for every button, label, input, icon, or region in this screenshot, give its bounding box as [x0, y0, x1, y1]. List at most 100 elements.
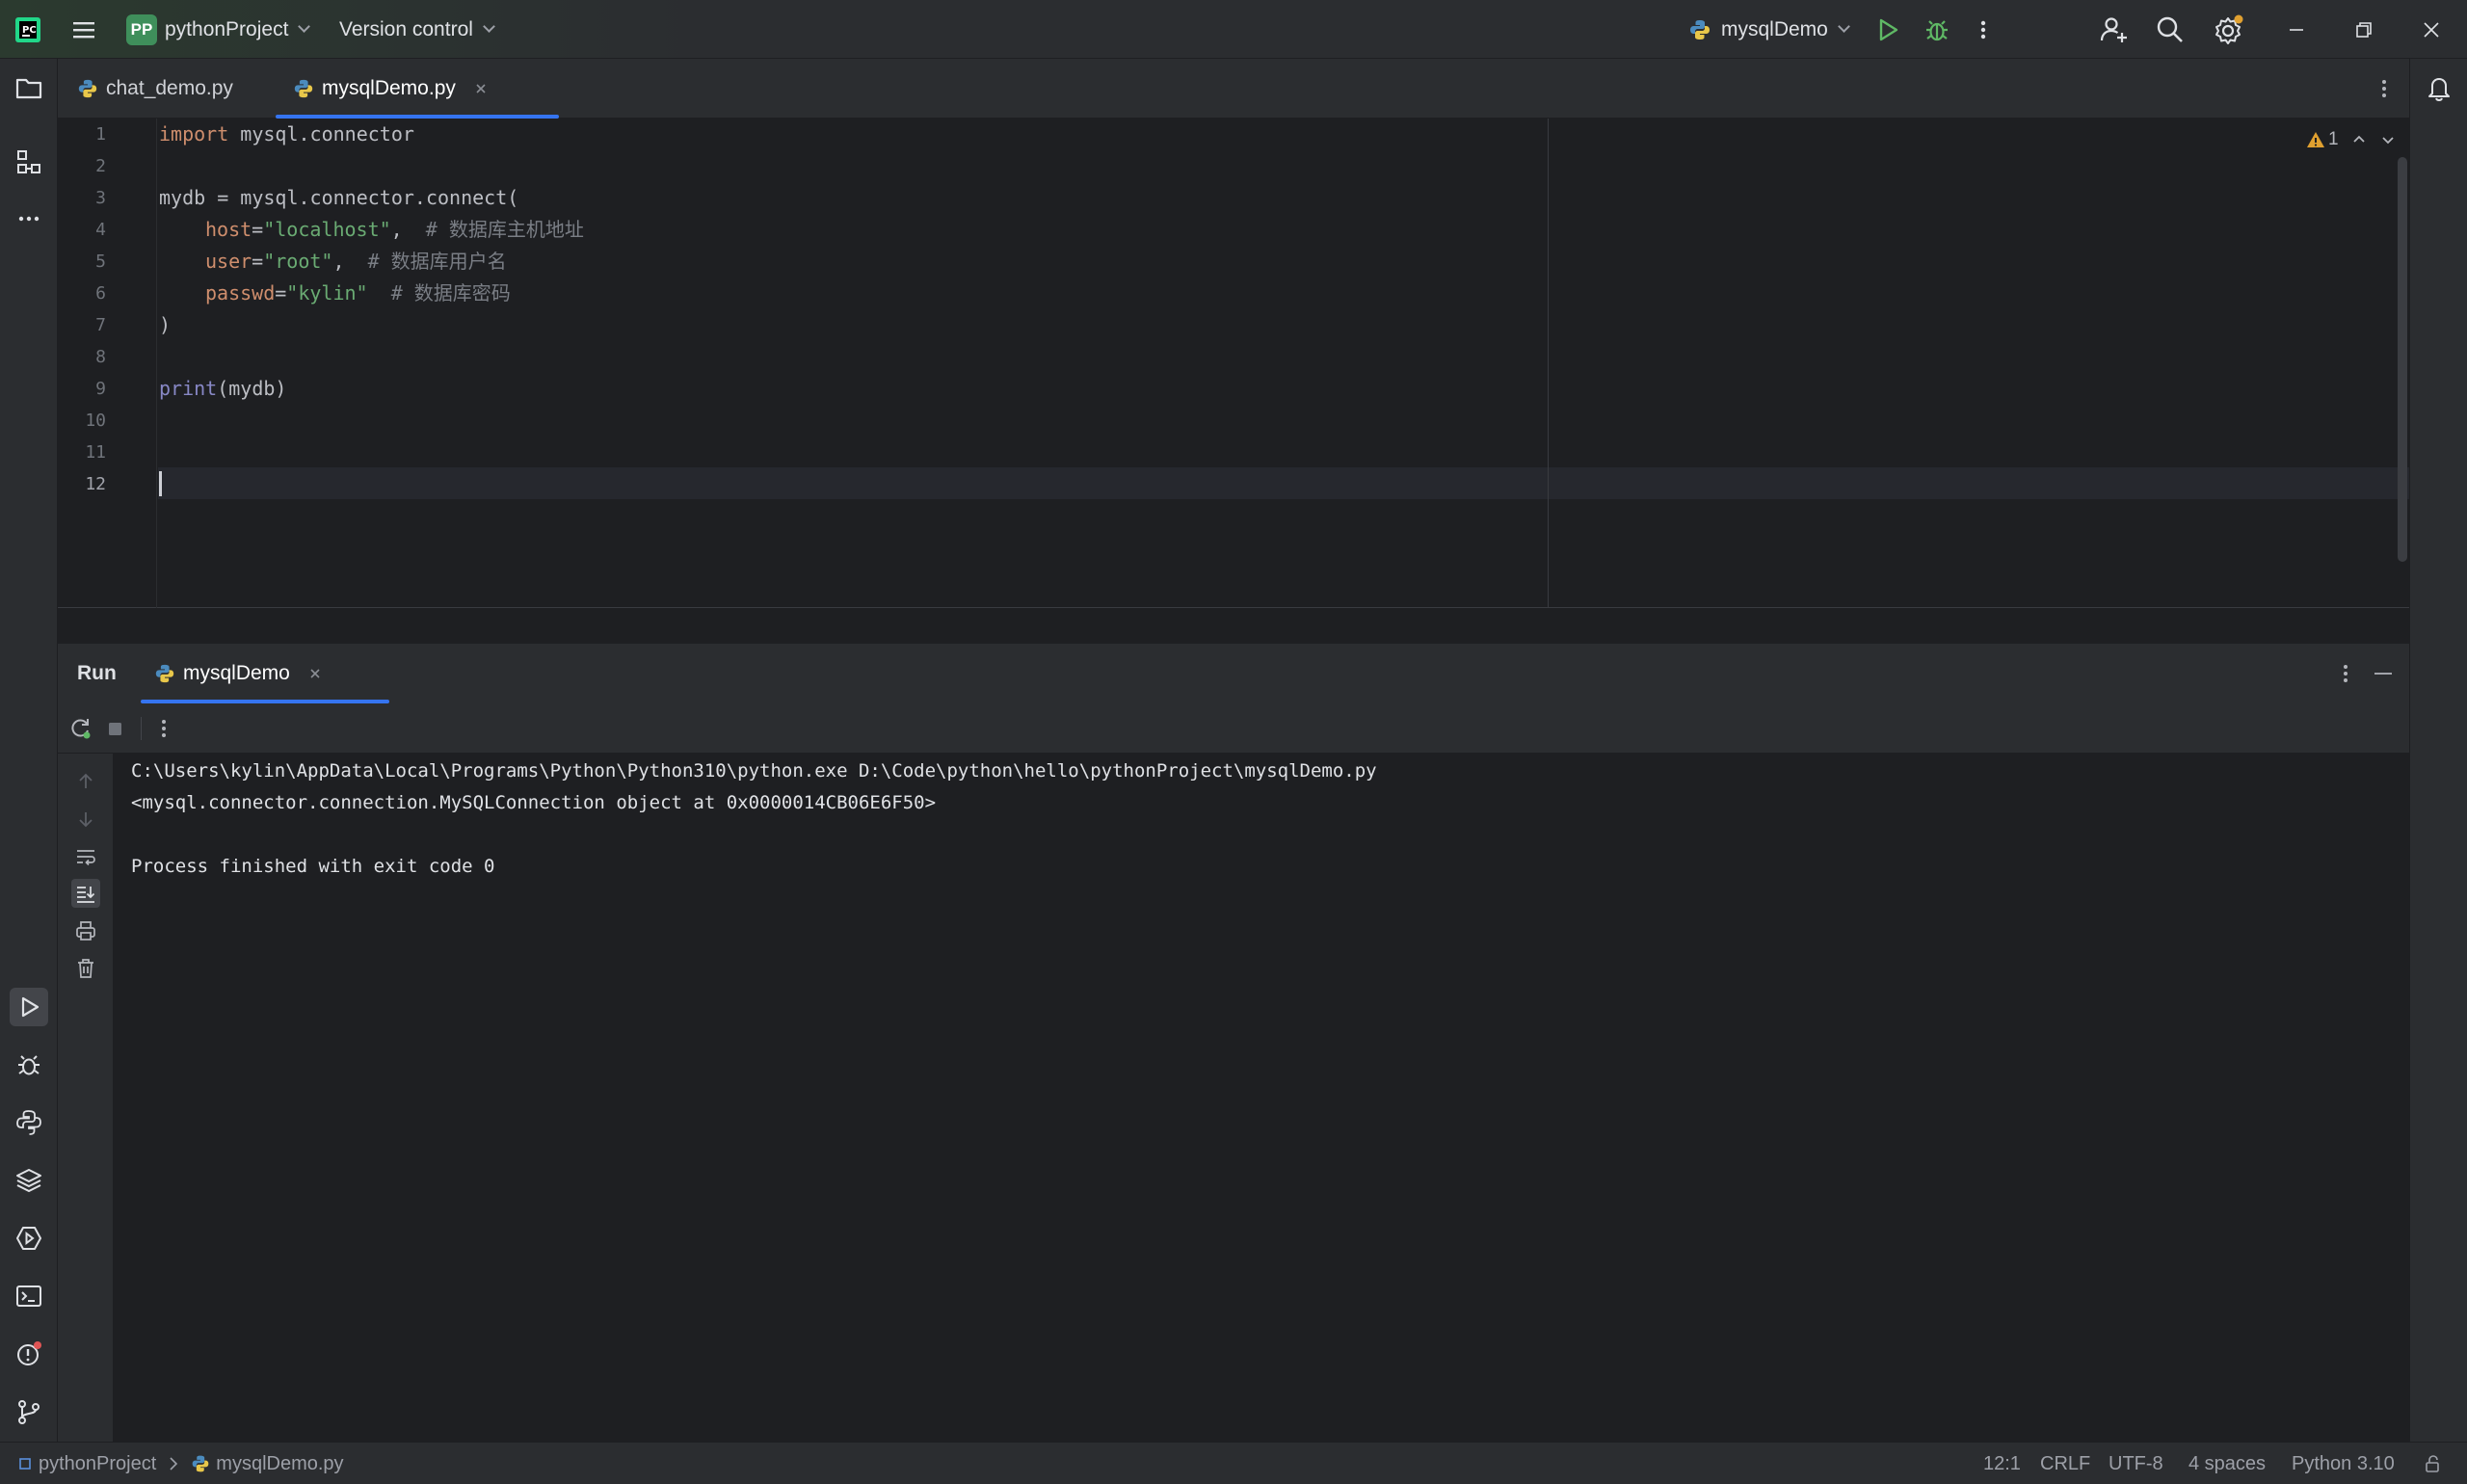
restore-window-button[interactable] [2330, 0, 2398, 59]
chevron-down-icon [1837, 20, 1850, 33]
git-tool-button[interactable] [10, 1392, 48, 1431]
breadcrumb-project[interactable]: pythonProject [39, 1443, 156, 1484]
run-panel-options-button[interactable] [2336, 659, 2355, 693]
editor-scrollbar[interactable] [2398, 157, 2407, 562]
run-tool-button[interactable] [10, 988, 48, 1026]
debug-tool-button[interactable] [10, 1046, 48, 1084]
tab-options-button[interactable] [2374, 59, 2394, 119]
python-file-icon [155, 664, 174, 683]
scroll-to-end-button[interactable] [71, 879, 100, 908]
more-tools-button[interactable] [10, 199, 48, 238]
right-margin-guide [1548, 119, 1549, 608]
text-caret [159, 471, 162, 496]
code-with-me-button[interactable] [2099, 0, 2130, 59]
problems-icon [17, 1341, 41, 1365]
panel-divider[interactable] [58, 608, 2409, 644]
notifications-button[interactable] [2420, 68, 2458, 107]
run-config-name: mysqlDemo [1721, 17, 1828, 40]
python-interpreter[interactable]: Python 3.10 [2292, 1443, 2395, 1484]
add-user-icon [2100, 16, 2127, 42]
run-button[interactable] [1873, 0, 1902, 59]
scroll-down-button[interactable] [71, 805, 100, 834]
services-icon [16, 1227, 41, 1250]
print-button[interactable] [71, 916, 100, 945]
breadcrumb-file[interactable]: mysqlDemo.py [216, 1443, 343, 1484]
indent-setting[interactable]: 4 spaces [2188, 1443, 2266, 1484]
read-only-toggle[interactable] [2423, 1443, 2444, 1484]
hide-panel-button[interactable] [2369, 659, 2398, 693]
code-editor[interactable]: 1 2 3 4 5 6 7 8 9 10 11 12 import mysql.… [58, 119, 2409, 608]
project-tool-button[interactable] [10, 68, 48, 107]
tab-chat-demo[interactable]: chat_demo.py [77, 59, 233, 119]
stop-icon [109, 723, 121, 735]
terminal-tool-button[interactable] [10, 1277, 48, 1315]
settings-button[interactable] [2213, 0, 2245, 59]
soft-wrap-button[interactable] [71, 842, 100, 871]
comment-passwd: # 数据库密码 [390, 281, 511, 305]
tab-label: mysqlDemo.py [322, 77, 456, 99]
services-tool-button[interactable] [10, 1219, 48, 1258]
lock-icon [2426, 1455, 2439, 1472]
app-logo-icon[interactable]: PC [13, 0, 42, 59]
builtin-print: print [159, 377, 218, 400]
inspection-widget[interactable]: 1 [2306, 126, 2397, 153]
structure-tool-button[interactable] [10, 143, 48, 181]
line-number: 1 [95, 124, 106, 145]
comma: , [390, 218, 426, 241]
scroll-up-button[interactable] [71, 767, 100, 796]
rerun-button[interactable] [66, 714, 94, 748]
python-icon [16, 1110, 41, 1135]
line-number: 6 [95, 283, 106, 304]
close-tab-icon[interactable] [307, 666, 323, 681]
line-number-current: 12 [85, 474, 106, 494]
run-config-selector[interactable]: mysqlDemo [1688, 0, 1850, 59]
breadcrumb: pythonProject mysqlDemo.py [17, 1443, 344, 1484]
layers-tool-button[interactable] [10, 1161, 48, 1200]
more-horizontal-icon [18, 216, 40, 222]
svg-text:PC: PC [22, 25, 37, 36]
caret-position[interactable]: 12:1 [1983, 1443, 2021, 1484]
close-icon [2424, 21, 2439, 38]
toolbar-separator [141, 717, 142, 740]
version-control-menu[interactable]: Version control [339, 0, 495, 59]
run-tab-mysqldemo[interactable]: mysqlDemo [141, 644, 389, 703]
chevron-down-icon[interactable] [2379, 131, 2397, 148]
line-number: 2 [95, 156, 106, 176]
folder-icon [15, 78, 42, 99]
tab-mysql-demo[interactable]: mysqlDemo.py [276, 59, 559, 119]
run-tab-label: mysqlDemo [183, 662, 290, 684]
file-encoding[interactable]: UTF-8 [2109, 1443, 2163, 1484]
run-more-button[interactable] [154, 714, 173, 748]
more-actions-button[interactable] [1974, 0, 1993, 59]
line-number: 4 [95, 220, 106, 240]
close-tab-icon[interactable] [473, 81, 489, 96]
soft-wrap-icon [77, 850, 95, 866]
editor-tabs: chat_demo.py mysqlDemo.py [58, 59, 2409, 119]
comma: , [332, 250, 368, 273]
close-window-button[interactable] [2398, 0, 2465, 59]
arrow-up-icon [79, 773, 93, 788]
problems-tool-button[interactable] [10, 1335, 48, 1373]
search-button[interactable] [2155, 0, 2186, 59]
python-packages-button[interactable] [10, 1103, 48, 1142]
comment-user: # 数据库用户名 [367, 250, 507, 273]
warning-icon [2307, 132, 2324, 147]
project-selector[interactable]: PP pythonProject [126, 0, 311, 59]
comment-host: # 数据库主机地址 [425, 218, 584, 241]
structure-icon [17, 150, 40, 173]
search-icon [2157, 16, 2183, 42]
main-menu-icon[interactable] [67, 0, 100, 59]
run-icon [21, 996, 40, 1018]
chevron-up-icon[interactable] [2350, 131, 2368, 148]
clear-all-button[interactable] [71, 954, 100, 983]
stop-button[interactable] [100, 714, 129, 748]
debug-button[interactable] [1923, 0, 1951, 59]
console-output[interactable]: C:\Users\kylin\AppData\Local\Programs\Py… [114, 754, 2409, 1442]
console-line: <mysql.connector.connection.MySQLConnect… [131, 792, 937, 813]
more-vertical-icon [162, 720, 166, 737]
line-gutter: 1 2 3 4 5 6 7 8 9 10 11 12 [58, 119, 157, 608]
line-separator[interactable]: CRLF [2040, 1443, 2090, 1484]
minimize-window-button[interactable] [2263, 0, 2330, 59]
terminal-icon [16, 1285, 41, 1307]
run-icon [1879, 18, 1898, 40]
